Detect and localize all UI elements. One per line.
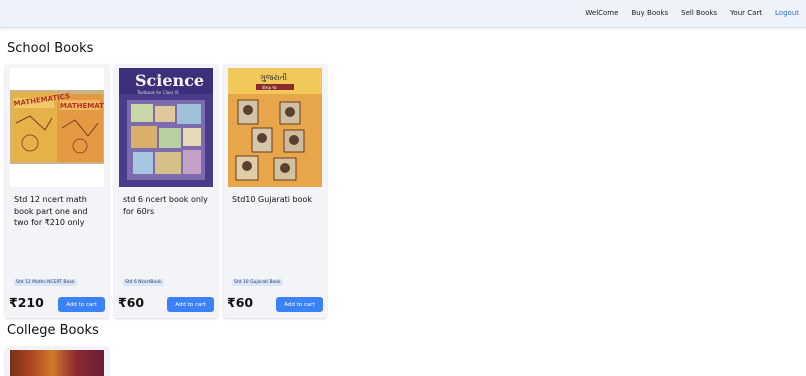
book-price: ₹210	[9, 295, 44, 310]
nav-your-cart-link[interactable]: Your Cart	[730, 9, 762, 17]
gujarati-cover-title: ગુજરાતી	[260, 73, 287, 82]
book-image[interactable]: ગુજરાતી ધોરણ ૧૦	[228, 68, 322, 187]
nav-buy-books-link[interactable]: Buy Books	[631, 9, 668, 17]
nav-links: WelCome Buy Books Sell Books Your Cart L…	[572, 0, 799, 26]
book-image[interactable]: Science Textbook for Class VI	[119, 68, 213, 187]
book-tag: Std 10 Gujarati Book	[232, 279, 283, 286]
book-card[interactable]: MATHEMATICS MATHEMATICS Std 12 ncert mat…	[5, 64, 109, 318]
nav-welcome-link[interactable]: WelCome	[585, 9, 618, 17]
science-cover-title: Science	[135, 71, 204, 90]
book-title: std 6 ncert book only for 60rs	[123, 195, 208, 216]
book-card[interactable]: Science Textbook for Class VI std 6 ncer…	[114, 64, 218, 318]
school-books-heading: School Books	[7, 41, 94, 56]
college-books-heading: College Books	[7, 323, 99, 338]
book-tag: Std 6 NcertBook	[123, 279, 164, 286]
book-image[interactable]: MATHEMATICS MATHEMATICS	[10, 68, 104, 187]
book-title: Std 12 ncert math book part one and two …	[14, 195, 88, 227]
add-to-cart-button[interactable]: Add to cart	[276, 297, 323, 312]
gujarati-book-cover: ગુજરાતી ધોરણ ૧૦	[228, 68, 322, 187]
book-image[interactable]	[10, 350, 104, 376]
math-cover-text-2: MATHEMATICS	[60, 102, 104, 110]
book-tag: Std 12 Maths NCERT Book	[14, 279, 77, 286]
book-price: ₹60	[118, 295, 145, 310]
add-to-cart-button[interactable]: Add to cart	[167, 297, 214, 312]
book-card[interactable]: ગુજરાતી ધોરણ ૧૦ Std10 Gujarati book Std …	[223, 64, 327, 318]
science-cover-subtitle: Textbook for Class VI	[136, 90, 179, 95]
nav-sell-books-link[interactable]: Sell Books	[681, 9, 717, 17]
math-books-photo: MATHEMATICS MATHEMATICS	[10, 68, 104, 187]
book-card[interactable]	[5, 346, 109, 376]
gujarati-cover-subtitle: ધોરણ ૧૦	[262, 85, 277, 90]
book-price: ₹60	[227, 295, 254, 310]
navbar: WelCome Buy Books Sell Books Your Cart L…	[0, 0, 806, 28]
science-book-cover: Science Textbook for Class VI	[119, 68, 213, 187]
add-to-cart-button[interactable]: Add to cart	[58, 297, 105, 312]
logout-link[interactable]: Logout	[775, 9, 799, 17]
book-title: Std10 Gujarati book	[232, 195, 313, 204]
